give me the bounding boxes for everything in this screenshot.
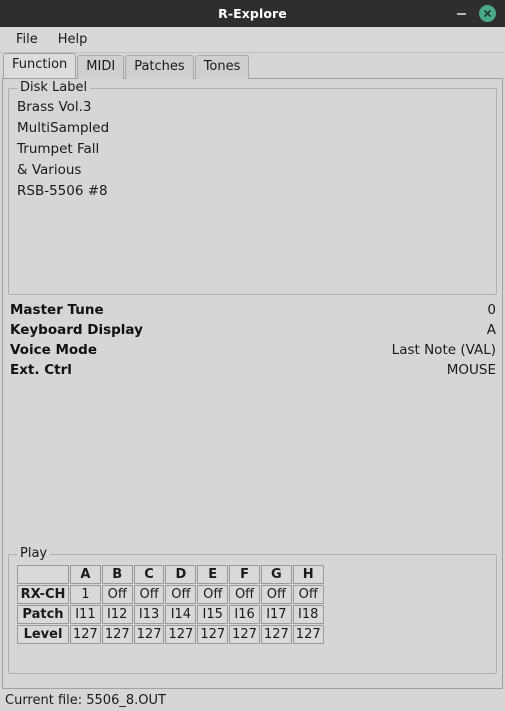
- cell-level-c[interactable]: 127: [133, 625, 165, 644]
- tab-tones[interactable]: Tones: [194, 55, 250, 79]
- cell-level-d[interactable]: 127: [165, 625, 197, 644]
- param-label: Voice Mode: [10, 342, 97, 358]
- close-icon: [484, 10, 491, 17]
- column-header-e: E: [197, 565, 229, 584]
- cell-rxch-a[interactable]: 1: [70, 585, 101, 604]
- table-row: RX-CH 1 Off Off Off Off Off Off Off: [17, 585, 324, 604]
- column-header-a: A: [70, 565, 101, 584]
- tabstrip: Function MIDI Patches Tones: [0, 53, 505, 79]
- disk-label-line: Brass Vol.3: [17, 99, 92, 115]
- statusbar-text: Current file: 5506_8.OUT: [5, 692, 166, 708]
- cell-level-b[interactable]: 127: [101, 625, 133, 644]
- disk-label-line: Trumpet Fall: [17, 141, 100, 157]
- play-legend: Play: [17, 546, 51, 562]
- param-value: A: [486, 322, 496, 338]
- cell-level-a[interactable]: 127: [70, 625, 101, 644]
- column-header-h: H: [292, 565, 324, 584]
- menubar: File Help: [0, 27, 505, 53]
- disk-label-group: Disk Label Brass Vol.3 MultiSampled Trum…: [8, 80, 497, 295]
- row-header-rx-ch: RX-CH: [17, 585, 69, 604]
- cell-level-h[interactable]: 127: [292, 625, 324, 644]
- column-header-c: C: [133, 565, 165, 584]
- tab-function[interactable]: Function: [3, 53, 77, 78]
- play-table-wrapper: A B C D E F G H RX-CH 1 Off Off Off Off …: [9, 555, 496, 645]
- play-table: A B C D E F G H RX-CH 1 Off Off Off Off …: [16, 564, 325, 645]
- cell-rxch-e[interactable]: Off: [197, 585, 229, 604]
- minimize-icon: [456, 12, 466, 15]
- disk-label-legend: Disk Label: [17, 80, 91, 96]
- table-corner-cell: [17, 565, 69, 584]
- param-label: Master Tune: [10, 302, 104, 318]
- param-row-voice-mode: Voice Mode Last Note (VAL): [8, 340, 497, 360]
- column-header-f: F: [229, 565, 260, 584]
- cell-rxch-f[interactable]: Off: [229, 585, 260, 604]
- table-row: Patch I11 I12 I13 I14 I15 I16 I17 I18: [17, 605, 324, 624]
- disk-label-line: RSB-5506 #8: [17, 183, 108, 199]
- window-title: R-Explore: [218, 6, 287, 21]
- cell-patch-d[interactable]: I14: [165, 605, 197, 624]
- tab-content-function: Disk Label Brass Vol.3 MultiSampled Trum…: [2, 78, 503, 689]
- titlebar-buttons: [452, 5, 505, 23]
- cell-patch-e[interactable]: I15: [197, 605, 229, 624]
- cell-rxch-b[interactable]: Off: [101, 585, 133, 604]
- cell-rxch-h[interactable]: Off: [292, 585, 324, 604]
- play-group: Play A B C D E F G H RX-CH 1 Off Off Off…: [8, 546, 497, 674]
- disk-label-line: MultiSampled: [17, 120, 110, 136]
- column-header-d: D: [165, 565, 197, 584]
- titlebar: R-Explore: [0, 0, 505, 27]
- close-button[interactable]: [479, 5, 496, 22]
- disk-label-line: & Various: [17, 162, 82, 178]
- menu-item-file[interactable]: File: [9, 30, 45, 50]
- cell-patch-c[interactable]: I13: [133, 605, 165, 624]
- param-row-ext-ctrl: Ext. Ctrl MOUSE: [8, 360, 497, 380]
- param-value: Last Note (VAL): [391, 342, 496, 358]
- cell-patch-g[interactable]: I17: [260, 605, 292, 624]
- table-row: Level 127 127 127 127 127 127 127 127: [17, 625, 324, 644]
- param-row-keyboard-display: Keyboard Display A: [8, 320, 497, 340]
- param-row-master-tune: Master Tune 0: [8, 300, 497, 320]
- param-label: Ext. Ctrl: [10, 362, 72, 378]
- cell-patch-f[interactable]: I16: [229, 605, 260, 624]
- application-window: R-Explore File Help Function MIDI Patche…: [0, 0, 505, 711]
- param-label: Keyboard Display: [10, 322, 143, 338]
- disk-label-lines: Brass Vol.3 MultiSampled Trumpet Fall & …: [9, 89, 496, 202]
- tab-midi[interactable]: MIDI: [77, 55, 125, 79]
- cell-patch-b[interactable]: I12: [101, 605, 133, 624]
- cell-level-g[interactable]: 127: [260, 625, 292, 644]
- cell-rxch-c[interactable]: Off: [133, 585, 165, 604]
- cell-patch-h[interactable]: I18: [292, 605, 324, 624]
- statusbar: Current file: 5506_8.OUT: [0, 689, 505, 711]
- minimize-button[interactable]: [452, 5, 470, 23]
- cell-patch-a[interactable]: I11: [70, 605, 101, 624]
- row-header-patch: Patch: [17, 605, 69, 624]
- row-header-level: Level: [17, 625, 69, 644]
- column-header-b: B: [101, 565, 133, 584]
- table-header-row: A B C D E F G H: [17, 565, 324, 584]
- menu-item-help[interactable]: Help: [51, 30, 95, 50]
- cell-level-e[interactable]: 127: [197, 625, 229, 644]
- parameter-list: Master Tune 0 Keyboard Display A Voice M…: [8, 300, 497, 380]
- cell-level-f[interactable]: 127: [229, 625, 260, 644]
- column-header-g: G: [260, 565, 292, 584]
- cell-rxch-g[interactable]: Off: [260, 585, 292, 604]
- cell-rxch-d[interactable]: Off: [165, 585, 197, 604]
- param-value: 0: [487, 302, 496, 318]
- param-value: MOUSE: [446, 362, 496, 378]
- tab-patches[interactable]: Patches: [125, 55, 194, 79]
